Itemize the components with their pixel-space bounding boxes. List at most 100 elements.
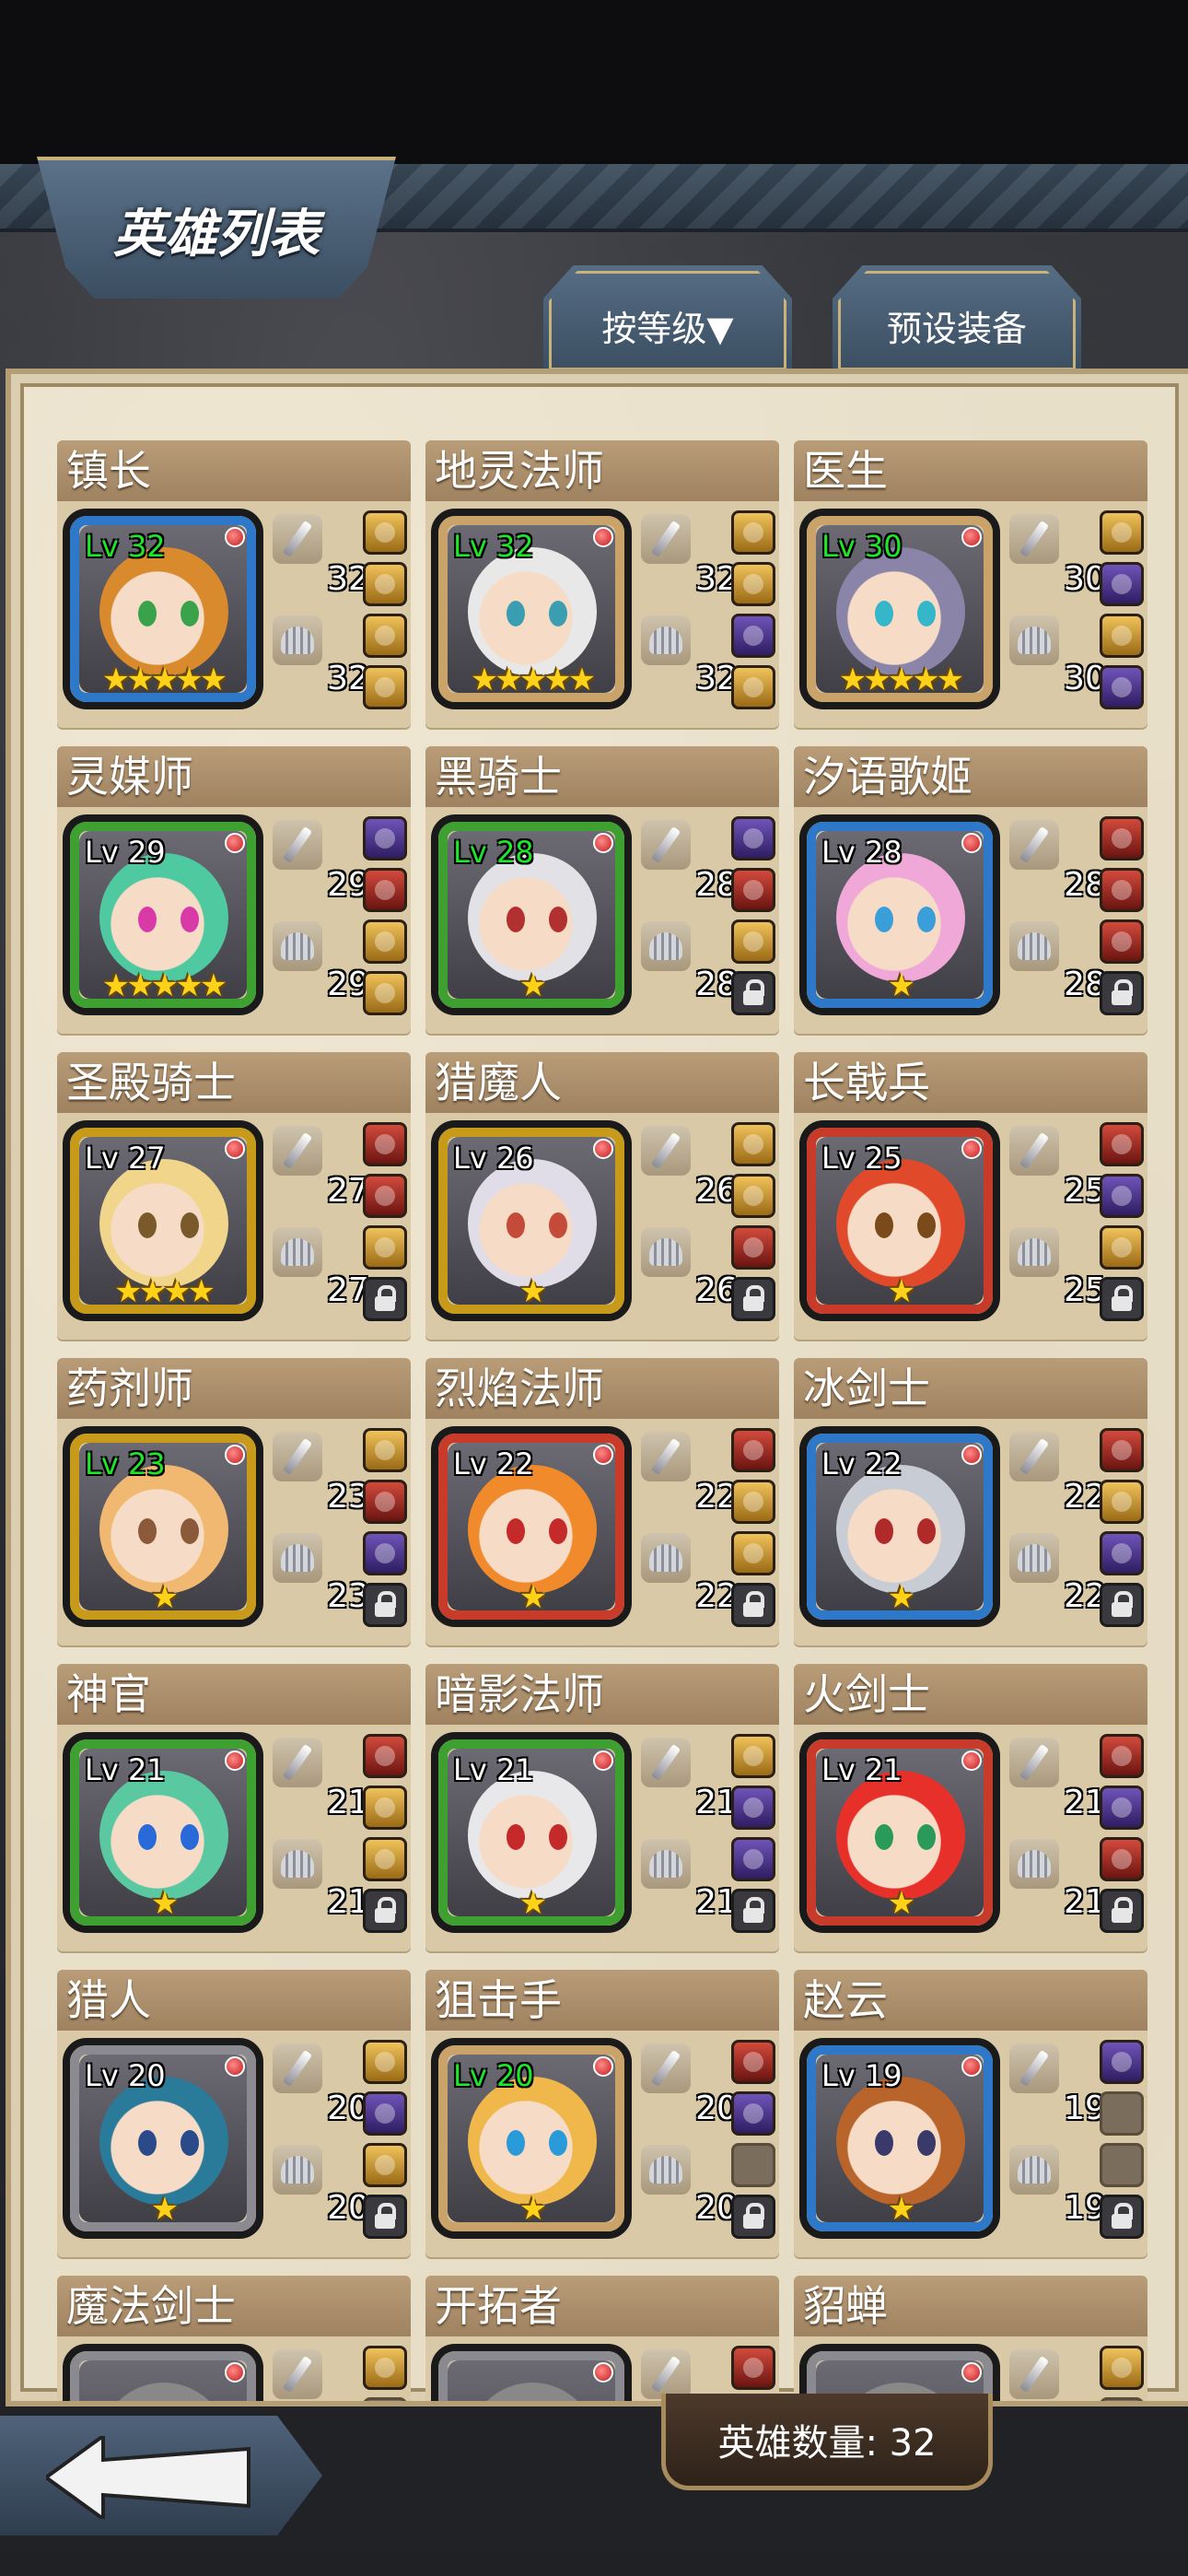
locked-slot-icon[interactable] xyxy=(1100,1583,1144,1627)
equip-item-icon[interactable] xyxy=(1100,919,1144,964)
hero-portrait[interactable]: Lv 27 ★★★★ xyxy=(63,1120,263,1321)
locked-slot-icon[interactable] xyxy=(731,2195,775,2239)
equip-item-icon[interactable] xyxy=(363,1531,407,1575)
equip-item-icon[interactable] xyxy=(1100,816,1144,861)
locked-slot-icon[interactable] xyxy=(1100,1277,1144,1321)
sort-by-level-button[interactable]: 按等级▼ xyxy=(543,265,792,376)
equip-item-icon[interactable] xyxy=(731,2040,775,2084)
equip-item-icon[interactable] xyxy=(1100,1786,1144,1830)
equip-item-icon[interactable] xyxy=(363,1837,407,1881)
hero-card[interactable]: 开拓者 xyxy=(425,2276,779,2401)
equip-item-icon[interactable] xyxy=(731,510,775,555)
locked-slot-icon[interactable] xyxy=(363,1583,407,1627)
hero-card[interactable]: 黑骑士 Lv 28 ★ 28 28 xyxy=(425,746,779,1034)
equip-item-icon[interactable] xyxy=(363,2143,407,2187)
hero-list-panel[interactable]: 镇长 Lv 32 ★★★★★ 32 32 地灵法师 Lv 32 ★★★★★ 32… xyxy=(6,369,1188,2406)
equip-item-icon[interactable] xyxy=(1100,2346,1144,2390)
equip-item-icon[interactable] xyxy=(363,2346,407,2390)
equip-item-icon[interactable] xyxy=(363,1786,407,1830)
hero-card[interactable]: 长戟兵 Lv 25 ★ 25 25 xyxy=(794,1052,1147,1340)
hero-portrait[interactable]: Lv 25 ★ xyxy=(799,1120,1000,1321)
equip-item-icon[interactable] xyxy=(363,1734,407,1778)
equip-item-icon[interactable] xyxy=(731,2346,775,2390)
back-button[interactable] xyxy=(0,2416,322,2535)
equip-item-icon[interactable] xyxy=(363,665,407,709)
preset-equipment-button[interactable]: 预设装备 xyxy=(833,265,1081,376)
equip-item-icon[interactable] xyxy=(731,562,775,606)
equip-item-icon[interactable] xyxy=(1100,614,1144,658)
equip-item-icon[interactable] xyxy=(1100,1734,1144,1778)
hero-portrait[interactable]: Lv 22 ★ xyxy=(799,1426,1000,1627)
hero-card[interactable]: 猎人 Lv 20 ★ 20 20 xyxy=(57,1970,411,2257)
hero-portrait[interactable]: Lv 30 ★★★★★ xyxy=(799,509,1000,709)
locked-slot-icon[interactable] xyxy=(1100,1889,1144,1933)
equip-item-icon[interactable] xyxy=(363,510,407,555)
equip-item-icon[interactable] xyxy=(1100,562,1144,606)
hero-portrait[interactable]: Lv 22 ★ xyxy=(431,1426,632,1627)
hero-card[interactable]: 猎魔人 Lv 26 ★ 26 26 xyxy=(425,1052,779,1340)
hero-card[interactable]: 圣殿骑士 Lv 27 ★★★★ 27 27 xyxy=(57,1052,411,1340)
locked-slot-icon[interactable] xyxy=(731,1583,775,1627)
equip-item-icon[interactable] xyxy=(731,1786,775,1830)
hero-portrait[interactable]: Lv 19 ★ xyxy=(799,2038,1000,2239)
hero-card[interactable]: 赵云 Lv 19 ★ 19 19 xyxy=(794,1970,1147,2257)
hero-card[interactable]: 烈焰法师 Lv 22 ★ 22 22 xyxy=(425,1358,779,1645)
hero-card[interactable]: 药剂师 Lv 23 ★ 23 23 xyxy=(57,1358,411,1645)
hero-portrait[interactable]: Lv 20 ★ xyxy=(431,2038,632,2239)
equip-item-icon[interactable] xyxy=(731,2091,775,2136)
hero-card[interactable]: 暗影法师 Lv 21 ★ 21 21 xyxy=(425,1664,779,1951)
equip-item-icon[interactable] xyxy=(1100,665,1144,709)
equip-item-icon[interactable] xyxy=(731,868,775,912)
hero-card[interactable]: 火剑士 Lv 21 ★ 21 21 xyxy=(794,1664,1147,1951)
equip-item-icon[interactable] xyxy=(1100,1837,1144,1881)
hero-portrait[interactable]: Lv 20 ★ xyxy=(63,2038,263,2239)
hero-portrait[interactable]: Lv 21 ★ xyxy=(63,1732,263,1933)
equip-item-icon[interactable] xyxy=(731,1734,775,1778)
equip-item-icon[interactable] xyxy=(363,1225,407,1270)
locked-slot-icon[interactable] xyxy=(731,1277,775,1321)
equip-item-icon[interactable] xyxy=(363,868,407,912)
equip-item-icon[interactable] xyxy=(363,1428,407,1472)
equip-item-icon[interactable] xyxy=(363,971,407,1015)
hero-portrait[interactable]: Lv 26 ★ xyxy=(431,1120,632,1321)
empty-equip-slot[interactable] xyxy=(731,2143,775,2187)
empty-equip-slot[interactable] xyxy=(363,2397,407,2401)
equip-item-icon[interactable] xyxy=(731,1225,775,1270)
equip-item-icon[interactable] xyxy=(731,1837,775,1881)
equip-item-icon[interactable] xyxy=(731,1480,775,1524)
equip-item-icon[interactable] xyxy=(731,1174,775,1218)
locked-slot-icon[interactable] xyxy=(363,2195,407,2239)
equip-item-icon[interactable] xyxy=(363,919,407,964)
hero-card[interactable]: 貂蝉 xyxy=(794,2276,1147,2401)
equip-item-icon[interactable] xyxy=(731,614,775,658)
equip-item-icon[interactable] xyxy=(363,2040,407,2084)
hero-card[interactable]: 神官 Lv 21 ★ 21 21 xyxy=(57,1664,411,1951)
locked-slot-icon[interactable] xyxy=(1100,971,1144,1015)
hero-portrait[interactable]: Lv 28 ★ xyxy=(799,814,1000,1015)
hero-portrait[interactable]: Lv 32 ★★★★★ xyxy=(431,509,632,709)
hero-portrait[interactable]: Lv 32 ★★★★★ xyxy=(63,509,263,709)
hero-portrait[interactable]: Lv 28 ★ xyxy=(431,814,632,1015)
equip-item-icon[interactable] xyxy=(1100,1122,1144,1166)
equip-item-icon[interactable] xyxy=(1100,2040,1144,2084)
hero-portrait[interactable]: Lv 23 ★ xyxy=(63,1426,263,1627)
equip-item-icon[interactable] xyxy=(731,665,775,709)
equip-item-icon[interactable] xyxy=(731,1428,775,1472)
locked-slot-icon[interactable] xyxy=(363,1277,407,1321)
equip-item-icon[interactable] xyxy=(363,562,407,606)
equip-item-icon[interactable] xyxy=(1100,510,1144,555)
locked-slot-icon[interactable] xyxy=(1100,2195,1144,2239)
equip-item-icon[interactable] xyxy=(363,1122,407,1166)
equip-item-icon[interactable] xyxy=(731,816,775,861)
equip-item-icon[interactable] xyxy=(363,1174,407,1218)
hero-card[interactable]: 狙击手 Lv 20 ★ 20 20 xyxy=(425,1970,779,2257)
locked-slot-icon[interactable] xyxy=(731,971,775,1015)
hero-portrait[interactable] xyxy=(63,2344,263,2401)
equip-item-icon[interactable] xyxy=(363,614,407,658)
equip-item-icon[interactable] xyxy=(1100,1428,1144,1472)
hero-portrait[interactable]: Lv 29 ★★★★★ xyxy=(63,814,263,1015)
hero-card[interactable]: 地灵法师 Lv 32 ★★★★★ 32 32 xyxy=(425,440,779,728)
equip-item-icon[interactable] xyxy=(1100,1480,1144,1524)
equip-item-icon[interactable] xyxy=(1100,1174,1144,1218)
hero-card[interactable]: 医生 Lv 30 ★★★★★ 30 30 xyxy=(794,440,1147,728)
